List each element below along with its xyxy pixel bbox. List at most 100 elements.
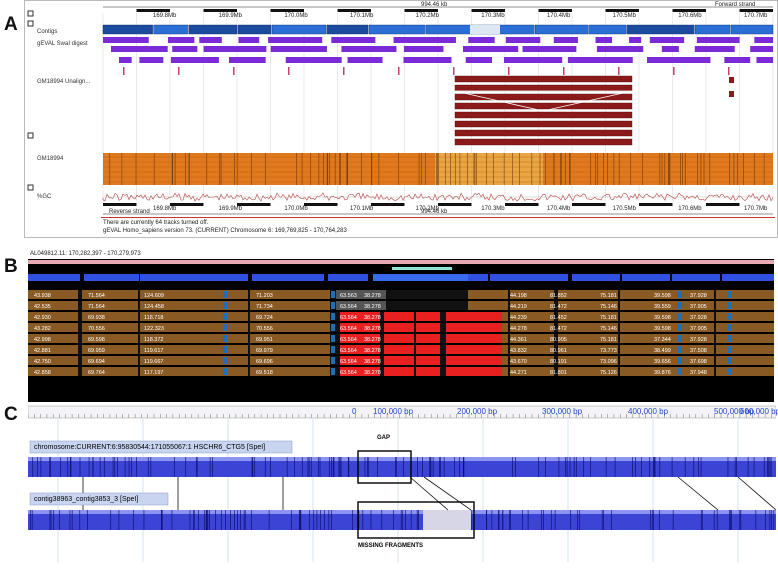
alignment-marker (223, 313, 227, 320)
missing-segment (416, 323, 440, 332)
ruler-tick-bottom: 170.1Mb (349, 206, 374, 212)
alignment-segment (716, 345, 774, 354)
alignment-value: 81.852 (550, 293, 567, 299)
alignment-value: 39.598 (654, 326, 671, 332)
alignment-value: 122.323 (144, 326, 164, 332)
digest-fragment (403, 46, 444, 52)
scale-tick-label: 0 (352, 407, 357, 416)
alignment-value: 81.801 (550, 370, 567, 376)
contig-block (153, 24, 189, 35)
panel-a-genome-browser: 994.46 kb Forward strand Reverse strand … (24, 0, 778, 238)
alignment-marker (678, 291, 682, 298)
alignment-value: 38.278 (364, 293, 381, 299)
alignment-value: 81.452 (550, 315, 567, 321)
ruler-top-segment (572, 9, 606, 12)
alignment-segment (716, 367, 774, 376)
digest-fragment (268, 37, 323, 43)
contig-block (695, 24, 731, 35)
alignment-marker (223, 357, 227, 364)
alignment-value: 69.938 (88, 315, 105, 321)
alignment-value: 44.239 (510, 315, 527, 321)
digest-marker (728, 67, 730, 75)
digest-fragment (463, 46, 519, 52)
digest-fragment (270, 46, 327, 52)
alignment-marker (728, 368, 732, 375)
gm18994-gap-region (435, 153, 543, 185)
digest-fragment (199, 37, 222, 43)
alignment-value: 38.499 (654, 348, 671, 354)
ruler-top-segment (304, 9, 338, 12)
alignment-marker (728, 291, 732, 298)
alignment-value: 63.563 (340, 293, 357, 299)
alignment-value: 124.458 (144, 304, 164, 310)
digest-fragment (522, 46, 577, 52)
alignment-segment (226, 312, 248, 321)
alignment-value: 80.191 (550, 359, 567, 365)
ruler-tick-bottom: 170.4Mb (546, 206, 571, 212)
unaligned-fragment (454, 102, 633, 110)
missing-segment (446, 312, 502, 321)
alignment-value: 71.203 (256, 293, 273, 299)
alignment-marker (331, 335, 335, 342)
ruler-top-segment (706, 9, 740, 12)
alignment-value: 69.696 (256, 359, 273, 365)
ruler-tick-top: 170.0Mb (284, 13, 308, 19)
alignment-value: 71.564 (88, 304, 105, 310)
alignment-header-block (572, 274, 620, 281)
alignment-marker (331, 357, 335, 364)
panel-a-bg (25, 1, 777, 237)
ruler-tick-bottom: 169.9Mb (218, 206, 243, 212)
alignment-header-block (468, 274, 488, 281)
alignment-marker (223, 368, 227, 375)
missing-segment (384, 345, 414, 354)
alignment-segment (226, 301, 248, 310)
alignment-value: 70.556 (256, 326, 273, 332)
alignment-value: 39.559 (654, 304, 671, 310)
alignment-value: 63.564 (340, 304, 357, 310)
alignment-marker (678, 313, 682, 320)
track-toggle-icon (27, 20, 34, 27)
alignment-value: 39.656 (654, 359, 671, 365)
footer-divider (101, 217, 775, 218)
digest-fragment (756, 57, 773, 63)
contig-block (588, 24, 626, 35)
digest-fragment (595, 37, 613, 43)
alignment-marker (728, 346, 732, 353)
panel-label-c: C (4, 404, 18, 425)
digest-fragment (341, 46, 397, 52)
alignment-marker (678, 302, 682, 309)
alignment-value: 38.278 (364, 315, 381, 321)
ruler-tick-top: 169.9Mb (218, 13, 243, 19)
alignment-segment (716, 334, 774, 343)
alignment-marker (223, 324, 227, 331)
ruler-top-segment (170, 9, 204, 12)
ruler-tick-bottom: 169.8Mb (153, 206, 177, 212)
alignment-value: 43.670 (510, 359, 527, 365)
alignment-segment (716, 312, 774, 321)
alignment-value: 73.096 (600, 359, 617, 365)
alignment-value: 44.278 (510, 326, 527, 332)
ruler-tick-bottom: 170.7Mb (743, 206, 768, 212)
missing-segment (446, 345, 502, 354)
alignment-header-block (84, 274, 139, 281)
ruler-tick-top: 170.2Mb (415, 13, 439, 19)
alignment-value: 42.881 (34, 348, 51, 354)
alignment-segment (226, 367, 248, 376)
alignment-value: 70.556 (88, 326, 105, 332)
alignment-header-block (218, 274, 248, 281)
unaligned-fragment (454, 84, 633, 92)
unaligned-fragment (454, 111, 633, 119)
alignment-value: 38.278 (364, 370, 381, 376)
alignment-value: 39.598 (654, 315, 671, 321)
alignment-value: 71.564 (88, 293, 105, 299)
track-label-unaligned: GM18994 Unalign... (37, 79, 91, 85)
alignment-value: 43.938 (34, 293, 51, 299)
ruler-top-segment (505, 9, 539, 12)
alignment-value: 37.905 (690, 304, 707, 310)
panel-b-alignment-view: 43.938 71.564 124.609 71.203 63.563 38.278 44.… (28, 250, 774, 402)
digest-fragment (504, 57, 563, 63)
unaligned-fragment (454, 120, 633, 128)
unaligned-marker (729, 77, 734, 83)
ruler-top-segment (237, 9, 271, 12)
alignment-value: 43.282 (34, 326, 51, 332)
